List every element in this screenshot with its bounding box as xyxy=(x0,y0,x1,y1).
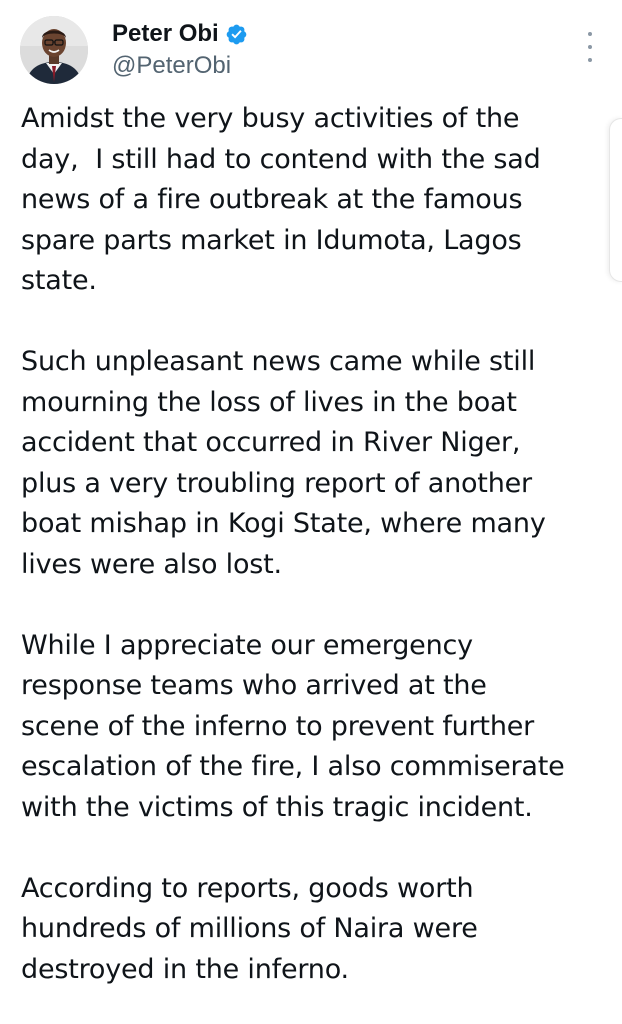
author-handle[interactable]: @PeterObi xyxy=(112,51,248,81)
avatar[interactable] xyxy=(20,16,88,84)
side-panel-edge[interactable] xyxy=(609,118,622,282)
more-options-icon[interactable] xyxy=(585,32,595,62)
tweet-text: Amidst the very busy activities of the d… xyxy=(21,99,606,990)
tweet-page: Peter Obi @PeterObi Amidst the very busy… xyxy=(0,0,622,1024)
tweet-paragraph: According to reports, goods worth hundre… xyxy=(21,872,478,985)
verified-badge-icon xyxy=(225,23,248,46)
avatar-photo xyxy=(20,16,88,84)
more-dot xyxy=(588,45,592,49)
author-name-row: Peter Obi xyxy=(112,17,248,51)
author-info: Peter Obi @PeterObi xyxy=(112,17,248,81)
more-dot xyxy=(588,58,592,62)
tweet-paragraph: While I appreciate our emergency respons… xyxy=(21,629,565,823)
tweet-header: Peter Obi @PeterObi xyxy=(20,16,605,86)
author-display-name[interactable]: Peter Obi xyxy=(112,17,219,51)
tweet-paragraph: Such unpleasant news came while still mo… xyxy=(21,346,546,580)
more-dot xyxy=(588,32,592,36)
tweet-paragraph: Amidst the very busy activities of the d… xyxy=(21,103,541,296)
